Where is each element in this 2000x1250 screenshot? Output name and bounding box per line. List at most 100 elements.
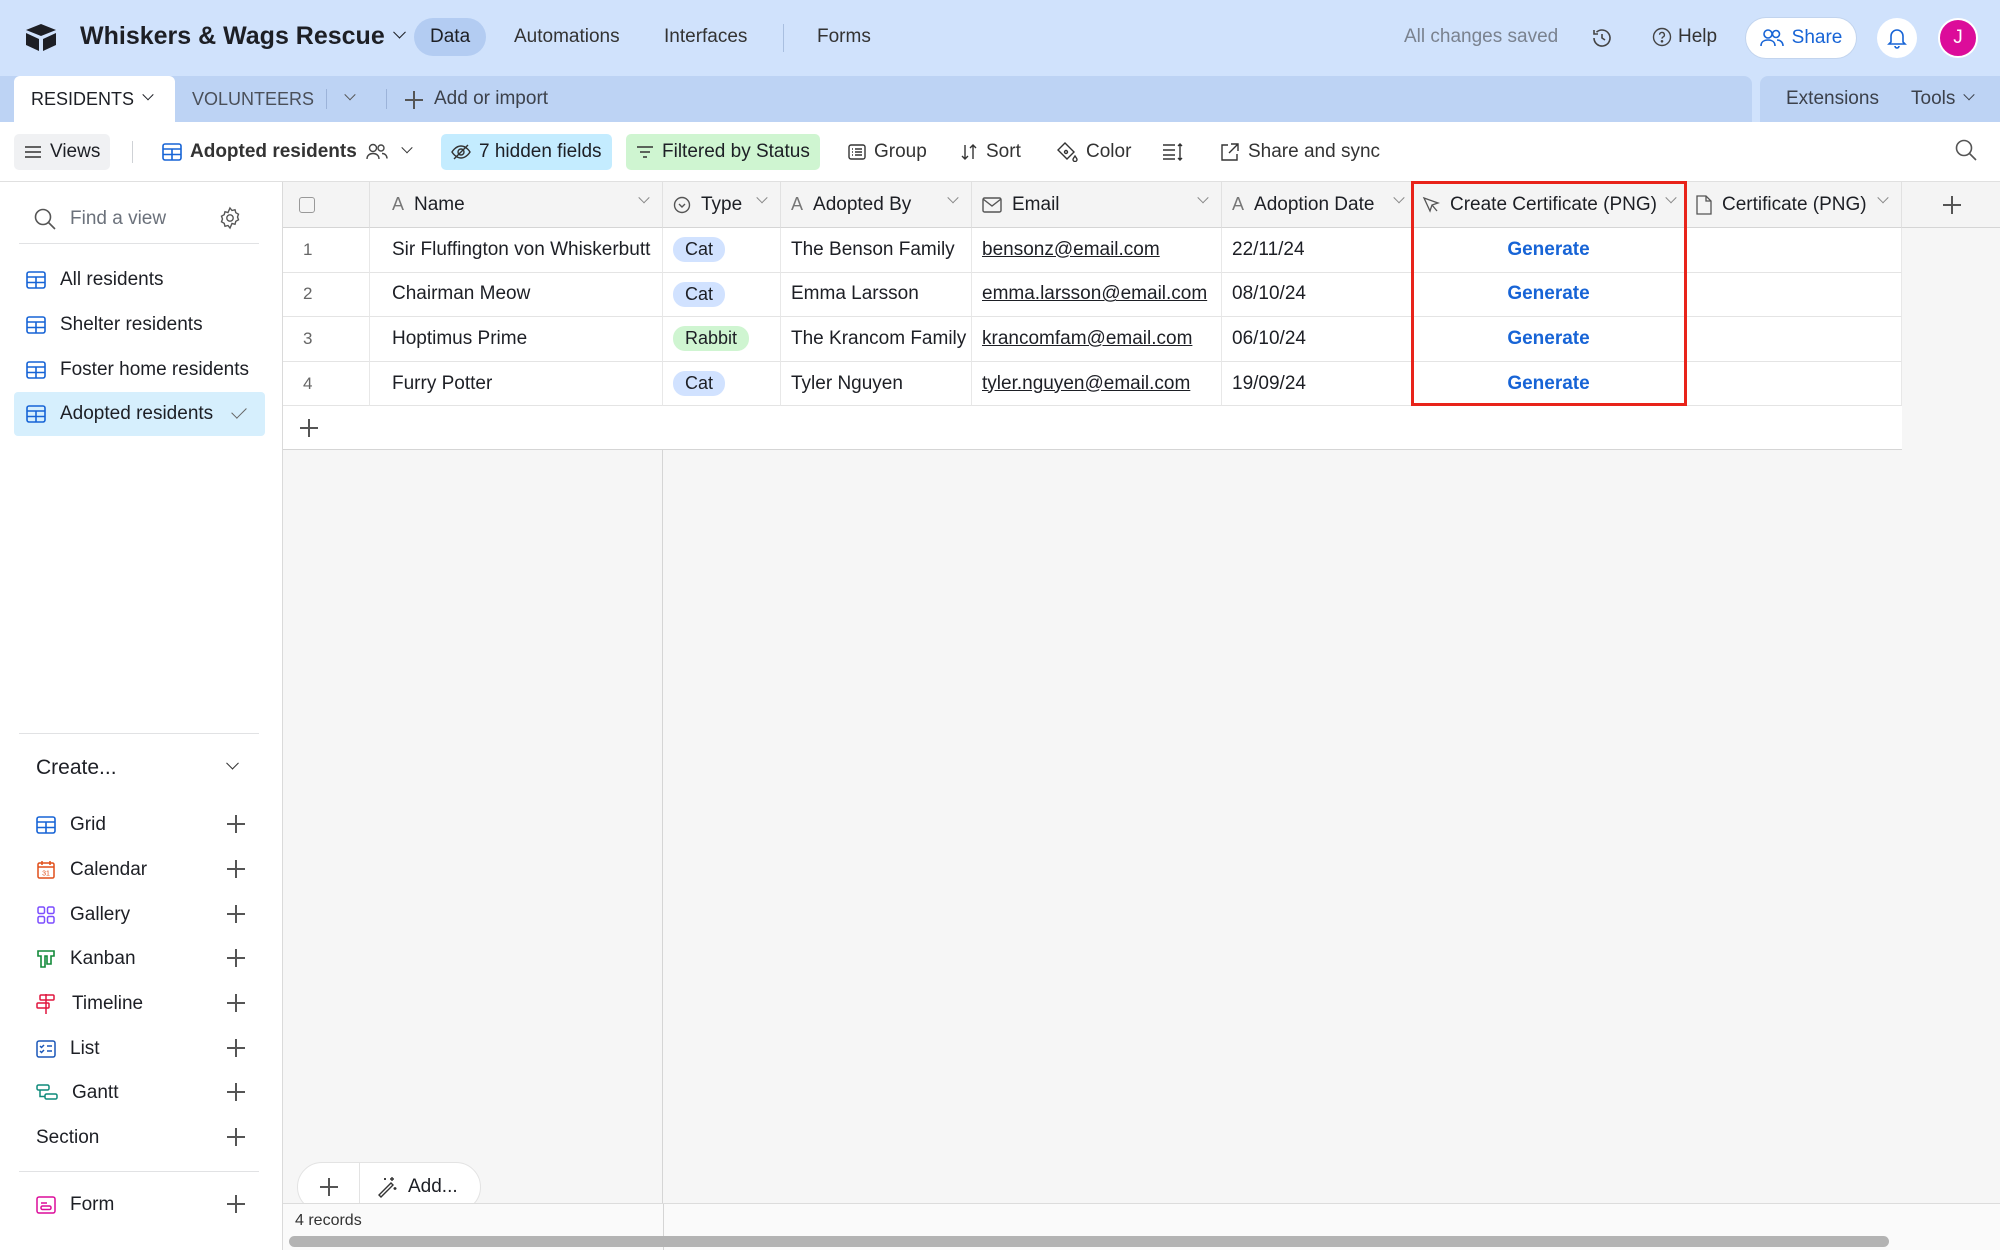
chevron-down-icon[interactable] <box>142 89 154 101</box>
select-all-checkbox[interactable] <box>299 196 315 213</box>
cell-adoption-date-text: 19/09/24 <box>1232 372 1306 394</box>
notifications-button[interactable] <box>1877 18 1917 58</box>
nav-automations[interactable]: Automations <box>498 18 636 56</box>
chevron-down-icon[interactable] <box>1197 192 1209 204</box>
filter-button[interactable]: Filtered by Status <box>626 134 820 170</box>
help-button[interactable]: Help <box>1652 26 1717 48</box>
base-name-dropdown[interactable]: Whiskers & Wags Rescue <box>80 22 406 51</box>
column-header-type[interactable]: Type <box>663 182 781 228</box>
column-header-name[interactable]: A Name <box>370 182 663 228</box>
create-calendar[interactable]: 31 Calendar <box>36 853 246 887</box>
tab-volunteers[interactable]: VOLUNTEERS <box>192 76 314 122</box>
generate-button[interactable]: Generate <box>1412 361 1686 407</box>
history-icon[interactable] <box>1590 26 1614 50</box>
create-section-title: Create... <box>36 756 117 779</box>
add-row-area[interactable] <box>663 406 1902 451</box>
more-tables-button[interactable] <box>344 76 356 122</box>
views-toggle-button[interactable]: Views <box>14 134 111 170</box>
generate-button[interactable]: Generate <box>1412 317 1686 362</box>
cell-email[interactable]: emma.larsson@email.com <box>972 272 1222 318</box>
sidebar-view-all-residents[interactable]: All residents <box>14 258 265 302</box>
create-section[interactable]: Section <box>36 1121 246 1155</box>
row-number: 3 <box>283 317 370 362</box>
plus-icon[interactable] <box>226 1127 246 1147</box>
cell-email[interactable]: krancomfam@email.com <box>972 317 1222 362</box>
gear-icon[interactable] <box>218 206 242 230</box>
color-button[interactable]: Color <box>1046 134 1141 170</box>
nav-interfaces[interactable]: Interfaces <box>648 18 763 56</box>
nav-forms[interactable]: Forms <box>801 18 887 56</box>
plus-icon[interactable] <box>226 1038 246 1058</box>
column-header-adoption-date[interactable]: A Adoption Date <box>1222 182 1412 228</box>
plus-icon[interactable] <box>226 993 246 1013</box>
sort-button[interactable]: Sort <box>950 134 1031 170</box>
view-switcher[interactable]: Adopted residents <box>152 134 421 170</box>
view-toolbar: Views Adopted residents 7 hidden fields … <box>0 122 2000 182</box>
share-button[interactable]: Share <box>1746 18 1856 58</box>
chevron-down-icon[interactable] <box>947 192 959 204</box>
cell-adoption-date: 06/10/24 <box>1222 317 1412 362</box>
column-header-certificate[interactable]: Certificate (PNG) <box>1686 182 1902 228</box>
generate-button[interactable]: Generate <box>1412 272 1686 318</box>
chevron-down-icon <box>392 25 406 39</box>
generate-button[interactable]: Generate <box>1412 228 1686 273</box>
add-field-button[interactable] <box>1902 182 2000 228</box>
chevron-down-icon[interactable] <box>1665 192 1677 204</box>
plus-icon[interactable] <box>226 1194 246 1214</box>
cell-adoption-date: 19/09/24 <box>1222 361 1412 407</box>
column-header-email[interactable]: Email <box>972 182 1222 228</box>
find-view-input[interactable]: Find a view <box>34 208 166 230</box>
cell-name: Chairman Meow <box>370 272 663 318</box>
text-field-icon: A <box>1232 194 1245 214</box>
plus-icon[interactable] <box>226 814 246 834</box>
create-label: Kanban <box>70 948 136 969</box>
external-link-icon <box>1221 143 1239 161</box>
form-icon <box>36 1196 56 1214</box>
nav-data[interactable]: Data <box>414 18 487 56</box>
add-with-ai-button[interactable]: Add... <box>360 1176 458 1198</box>
cell-adopted-by-text: Emma Larsson <box>791 283 919 305</box>
add-row-button[interactable] <box>283 406 663 451</box>
chevron-down-icon[interactable] <box>638 192 650 204</box>
hide-fields-button[interactable]: 7 hidden fields <box>441 134 612 170</box>
plus-icon[interactable] <box>226 904 246 924</box>
sidebar-view-adopted-residents[interactable]: Adopted residents <box>14 392 265 436</box>
plus-icon[interactable] <box>226 859 246 879</box>
create-gallery[interactable]: Gallery <box>36 898 246 932</box>
row-height-button[interactable] <box>1152 134 1194 170</box>
search-icon[interactable] <box>1955 139 1977 161</box>
user-avatar[interactable]: J <box>1938 18 1978 58</box>
create-form[interactable]: Form <box>36 1188 246 1222</box>
cursor-icon <box>1422 196 1440 213</box>
cell-email[interactable]: bensonz@email.com <box>972 228 1222 273</box>
airtable-logo-icon[interactable] <box>24 22 58 52</box>
create-grid[interactable]: Grid <box>36 808 246 842</box>
plus-icon[interactable] <box>226 1082 246 1102</box>
create-timeline[interactable]: Timeline <box>36 987 246 1021</box>
group-button[interactable]: Group <box>838 134 937 170</box>
cell-email[interactable]: tyler.nguyen@email.com <box>972 361 1222 407</box>
sidebar-view-foster-home-residents[interactable]: Foster home residents <box>14 348 265 392</box>
cell-name-text: Hoptimus Prime <box>392 327 528 349</box>
add-or-import-button[interactable]: Add or import <box>404 76 548 122</box>
chevron-down-icon[interactable] <box>1393 192 1405 204</box>
column-header-create-certificate[interactable]: Create Certificate (PNG) <box>1412 182 1686 228</box>
tools-button[interactable]: Tools <box>1911 76 1976 122</box>
column-header-adopted-by[interactable]: A Adopted By <box>781 182 972 228</box>
chevron-down-icon[interactable] <box>1877 192 1889 204</box>
cell-adoption-date-text: 08/10/24 <box>1232 283 1306 305</box>
plus-icon[interactable] <box>226 948 246 968</box>
share-and-sync-button[interactable]: Share and sync <box>1210 134 1390 170</box>
create-label: Gallery <box>70 904 131 925</box>
chevron-down-icon[interactable] <box>756 192 768 204</box>
create-list[interactable]: List <box>36 1032 246 1066</box>
sidebar-view-shelter-residents[interactable]: Shelter residents <box>14 303 265 347</box>
create-gantt[interactable]: Gantt <box>36 1076 246 1110</box>
tab-residents[interactable]: RESIDENTS <box>14 76 175 122</box>
chevron-down-icon[interactable] <box>226 756 239 770</box>
create-kanban[interactable]: Kanban <box>36 942 246 976</box>
horizontal-scrollbar[interactable] <box>289 1236 1889 1247</box>
cell-adopted-by: Tyler Nguyen <box>781 361 972 407</box>
row-number: 4 <box>283 361 370 407</box>
extensions-button[interactable]: Extensions <box>1786 76 1879 122</box>
